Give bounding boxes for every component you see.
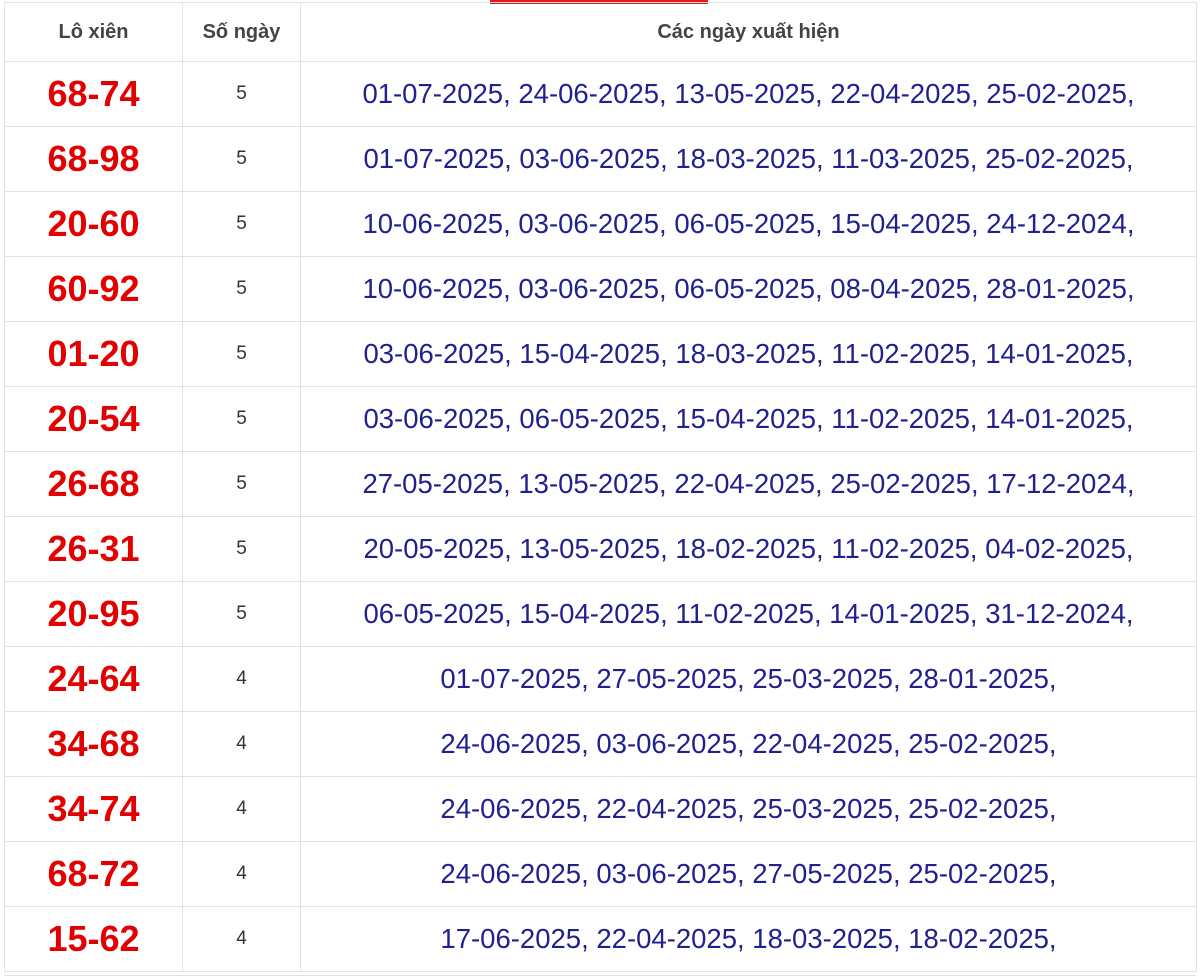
dates-cell: 01-07-2025, 27-05-2025, 25-03-2025, 28-0… [300, 646, 1197, 712]
header-lo-xien: Lô xiên [4, 2, 183, 62]
dates-cell: 24-06-2025, 03-06-2025, 22-04-2025, 25-0… [300, 711, 1197, 777]
pair-cell: 01-20 [4, 321, 183, 387]
count-cell: 5 [182, 516, 301, 582]
count-cell: 5 [182, 581, 301, 647]
table-header-row: Lô xiên Số ngày Các ngày xuất hiện [4, 2, 1197, 62]
pair-cell: 34-74 [4, 776, 183, 842]
pair-cell: 68-72 [4, 841, 183, 907]
dates-cell: 10-06-2025, 03-06-2025, 06-05-2025, 15-0… [300, 191, 1197, 257]
count-cell: 5 [182, 126, 301, 192]
count-cell: 5 [182, 256, 301, 322]
table-row: 68-98 5 01-07-2025, 03-06-2025, 18-03-20… [4, 126, 1197, 192]
pair-cell: 20-95 [4, 581, 183, 647]
count-cell: 5 [182, 451, 301, 517]
count-cell: 4 [182, 906, 301, 972]
table-row: 01-20 5 03-06-2025, 15-04-2025, 18-03-20… [4, 321, 1197, 387]
table-row: 20-54 5 03-06-2025, 06-05-2025, 15-04-20… [4, 386, 1197, 452]
dates-cell: 17-06-2025, 22-04-2025, 18-03-2025, 18-0… [300, 906, 1197, 972]
header-so-ngay: Số ngày [182, 2, 301, 62]
dates-cell: 06-05-2025, 15-04-2025, 11-02-2025, 14-0… [300, 581, 1197, 647]
count-cell: 4 [182, 711, 301, 777]
count-cell: 4 [182, 841, 301, 907]
dates-cell: 03-06-2025, 06-05-2025, 15-04-2025, 11-0… [300, 386, 1197, 452]
count-cell: 5 [182, 386, 301, 452]
count-cell: 5 [182, 61, 301, 127]
pair-cell: 26-68 [4, 451, 183, 517]
lo-xien-table: Lô xiên Số ngày Các ngày xuất hiện 68-74… [4, 2, 1197, 972]
pair-cell: 34-68 [4, 711, 183, 777]
table-row: 68-74 5 01-07-2025, 24-06-2025, 13-05-20… [4, 61, 1197, 127]
count-cell: 5 [182, 191, 301, 257]
dates-cell: 24-06-2025, 22-04-2025, 25-03-2025, 25-0… [300, 776, 1197, 842]
dates-cell: 10-06-2025, 03-06-2025, 06-05-2025, 08-0… [300, 256, 1197, 322]
table-row: 15-62 4 17-06-2025, 22-04-2025, 18-03-20… [4, 906, 1197, 972]
table-row: 20-60 5 10-06-2025, 03-06-2025, 06-05-20… [4, 191, 1197, 257]
dates-cell: 03-06-2025, 15-04-2025, 18-03-2025, 11-0… [300, 321, 1197, 387]
table-row: 34-74 4 24-06-2025, 22-04-2025, 25-03-20… [4, 776, 1197, 842]
table-row: 60-92 5 10-06-2025, 03-06-2025, 06-05-20… [4, 256, 1197, 322]
dates-cell: 20-05-2025, 13-05-2025, 18-02-2025, 11-0… [300, 516, 1197, 582]
pair-cell: 20-60 [4, 191, 183, 257]
dates-cell: 01-07-2025, 24-06-2025, 13-05-2025, 22-0… [300, 61, 1197, 127]
table-row: 26-31 5 20-05-2025, 13-05-2025, 18-02-20… [4, 516, 1197, 582]
dates-cell: 24-06-2025, 03-06-2025, 27-05-2025, 25-0… [300, 841, 1197, 907]
table-row: 26-68 5 27-05-2025, 13-05-2025, 22-04-20… [4, 451, 1197, 517]
count-cell: 4 [182, 646, 301, 712]
pair-cell: 24-64 [4, 646, 183, 712]
table-row: 20-95 5 06-05-2025, 15-04-2025, 11-02-20… [4, 581, 1197, 647]
pair-cell: 68-98 [4, 126, 183, 192]
pair-cell: 68-74 [4, 61, 183, 127]
dates-cell: 01-07-2025, 03-06-2025, 18-03-2025, 11-0… [300, 126, 1197, 192]
pair-cell: 20-54 [4, 386, 183, 452]
count-cell: 5 [182, 321, 301, 387]
pair-cell: 60-92 [4, 256, 183, 322]
pair-cell: 15-62 [4, 906, 183, 972]
count-cell: 4 [182, 776, 301, 842]
dates-cell: 27-05-2025, 13-05-2025, 22-04-2025, 25-0… [300, 451, 1197, 517]
header-cac-ngay-xuat-hien: Các ngày xuất hiện [300, 2, 1197, 62]
pair-cell: 26-31 [4, 516, 183, 582]
table-row: 68-72 4 24-06-2025, 03-06-2025, 27-05-20… [4, 841, 1197, 907]
table-bottom-divider [4, 975, 1196, 976]
table-row: 34-68 4 24-06-2025, 03-06-2025, 22-04-20… [4, 711, 1197, 777]
table-row: 24-64 4 01-07-2025, 27-05-2025, 25-03-20… [4, 646, 1197, 712]
